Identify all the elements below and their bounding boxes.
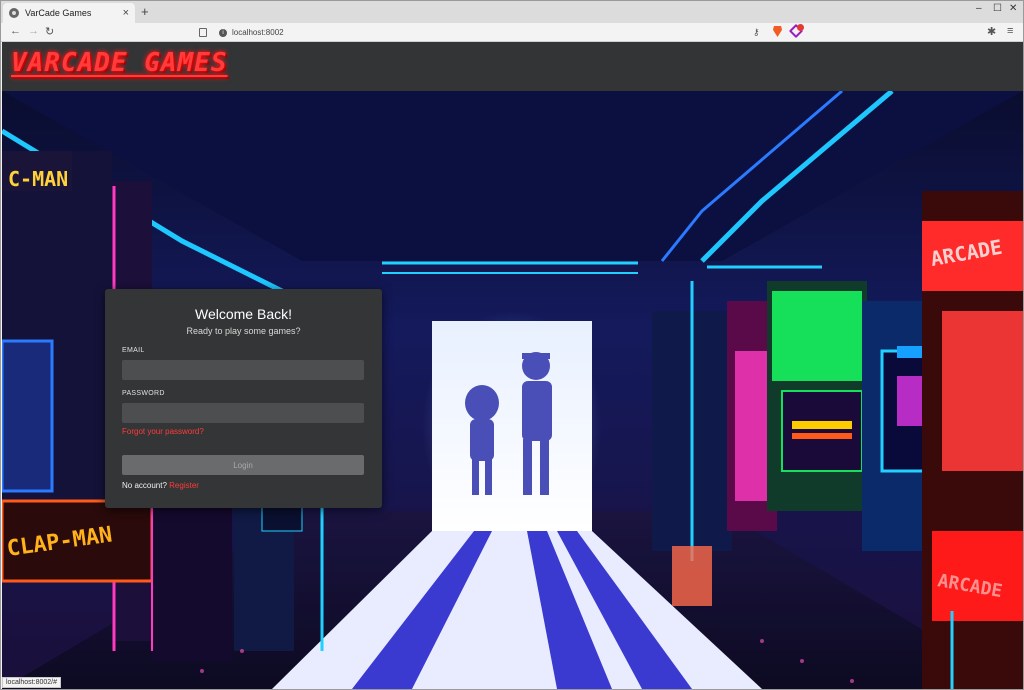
reload-button[interactable]: ↻ (45, 25, 54, 38)
key-icon[interactable]: ⚷ (753, 27, 760, 38)
bookmark-icon[interactable] (199, 28, 207, 37)
browser-window: VarCade Games × + – ☐ ✕ ← → ↻ i localhos… (0, 0, 1024, 690)
login-subtitle: Ready to play some games? (186, 326, 301, 336)
url-text[interactable]: localhost:8002 (232, 28, 284, 37)
email-field[interactable] (122, 360, 364, 380)
login-title: Welcome Back! (195, 306, 292, 322)
email-label: EMAIL (122, 347, 145, 354)
extensions-icon[interactable]: ✱ (987, 25, 996, 38)
login-button[interactable]: Login (122, 455, 364, 475)
address-bar[interactable]: i localhost:8002 (199, 25, 809, 40)
menu-icon[interactable]: ≡ (1007, 25, 1013, 37)
back-button[interactable]: ← (10, 25, 21, 37)
no-account-text: No account? (122, 481, 167, 490)
new-tab-button[interactable]: + (141, 4, 149, 19)
close-window-button[interactable]: ✕ (1009, 3, 1017, 14)
close-tab-icon[interactable]: × (123, 7, 129, 19)
forward-button[interactable]: → (28, 25, 39, 37)
register-link[interactable]: Register (169, 481, 199, 490)
site-logo[interactable]: VarCade Games (11, 48, 228, 78)
site-navbar: VarCade Games (2, 42, 1023, 91)
browser-tab[interactable]: VarCade Games × (3, 3, 135, 23)
tab-title: VarCade Games (25, 8, 92, 18)
web-page: VarCade Games (2, 42, 1023, 689)
site-info-icon[interactable]: i (219, 28, 227, 37)
browser-toolbar: ← → ↻ i localhost:8002 ⚷ ✱ ≡ (1, 23, 1023, 42)
svg-text:C-MAN: C-MAN (8, 167, 68, 191)
maximize-button[interactable]: ☐ (993, 3, 1002, 14)
globe-icon (9, 8, 19, 18)
login-card: Welcome Back! Ready to play some games? … (105, 289, 382, 508)
status-bar-url: localhost:8002/# (2, 677, 61, 688)
no-account-line: No account? Register (122, 481, 199, 490)
password-label: PASSWORD (122, 390, 165, 397)
arcade-background-image: C-MAN CLAP-MAN ARCADE ARCADE Welcome Bac… (2, 91, 1023, 689)
password-field[interactable] (122, 403, 364, 423)
forgot-password-link[interactable]: Forgot your password? (122, 427, 204, 436)
minimize-button[interactable]: – (976, 3, 982, 14)
rewards-badge (797, 24, 804, 31)
tab-strip: VarCade Games × + – ☐ ✕ (1, 1, 1023, 23)
